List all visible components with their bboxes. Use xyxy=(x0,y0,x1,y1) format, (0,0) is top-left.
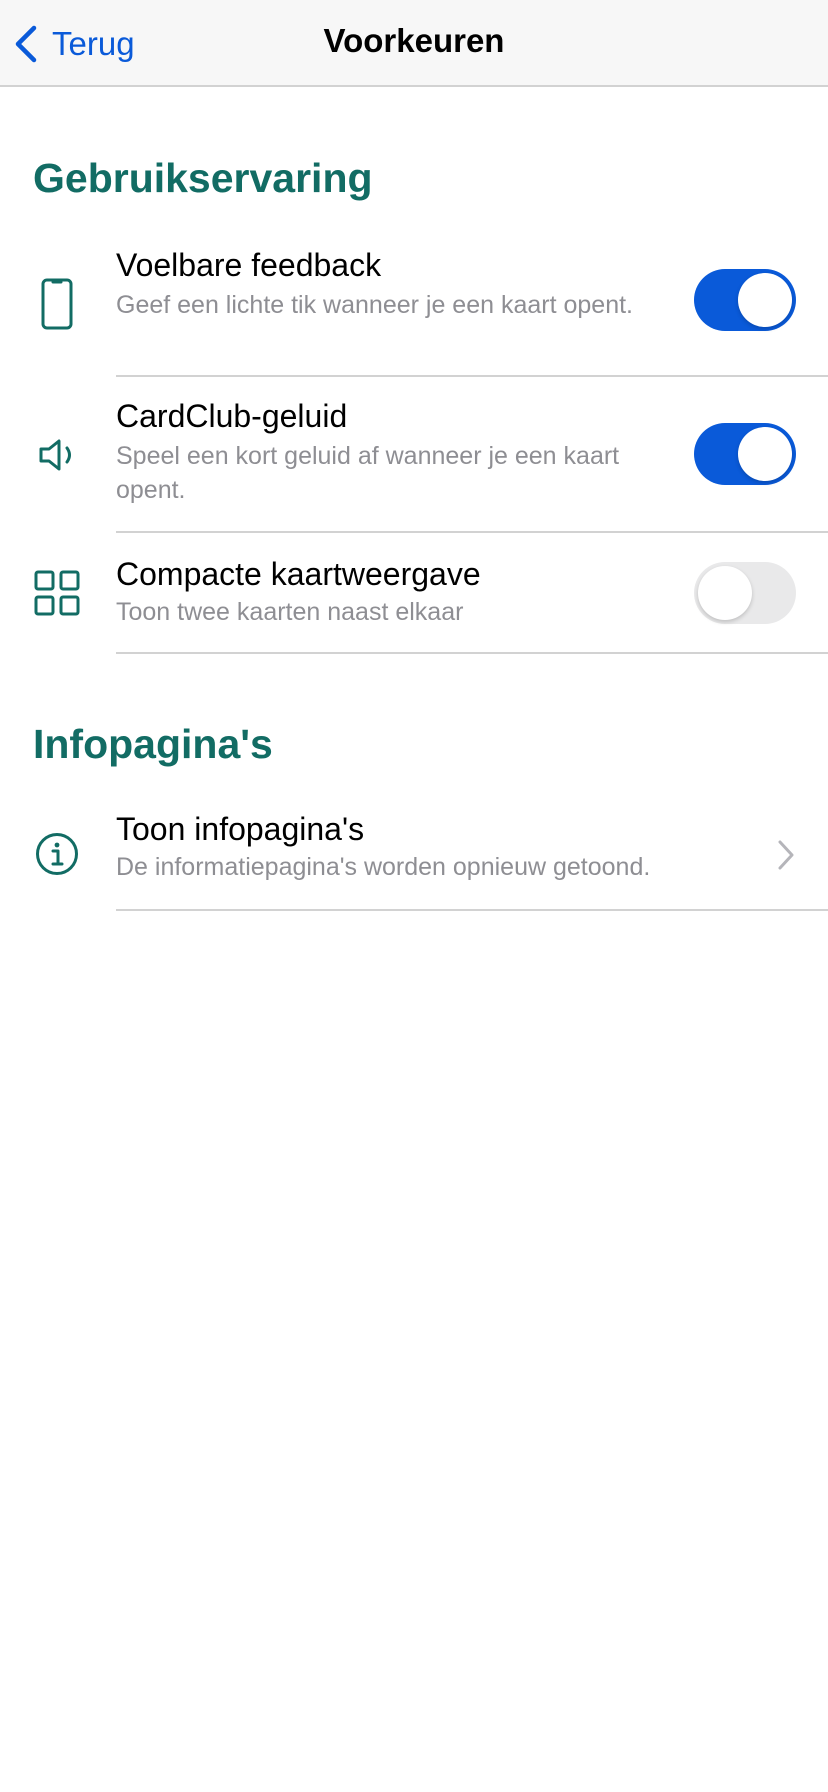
divider xyxy=(116,909,828,911)
setting-text: Compacte kaartweergave Toon twee kaarten… xyxy=(116,555,676,629)
toggle-knob xyxy=(738,427,792,481)
sound-toggle[interactable] xyxy=(694,423,796,485)
speaker-icon xyxy=(33,431,81,479)
chevron-right-icon xyxy=(778,840,794,870)
toggle-knob xyxy=(698,566,752,620)
chevron-left-icon xyxy=(15,25,37,63)
setting-subtitle: Toon twee kaarten naast elkaar xyxy=(116,598,464,626)
back-button-label: Terug xyxy=(52,25,135,62)
setting-subtitle: Speel een kort geluid af wanneer je een … xyxy=(116,442,620,504)
setting-title: Toon infopagina's xyxy=(116,811,365,847)
setting-text: Toon infopagina's De informatiepagina's … xyxy=(116,810,756,884)
setting-row-sound: CardClub-geluid Speel een kort geluid af… xyxy=(0,377,828,532)
setting-subtitle: De informatiepagina's worden opnieuw get… xyxy=(116,853,651,881)
setting-title: Voelbare feedback xyxy=(116,247,382,283)
setting-text: CardClub-geluid Speel een kort geluid af… xyxy=(116,397,676,507)
setting-row-show-info-pages[interactable]: Toon infopagina's De informatiepagina's … xyxy=(0,800,828,910)
setting-subtitle: Geef een lichte tik wanneer je een kaart… xyxy=(116,291,633,319)
setting-text: Voelbare feedback Geef een lichte tik wa… xyxy=(116,246,676,322)
compact-view-toggle[interactable] xyxy=(694,562,796,624)
setting-row-haptic-feedback: Voelbare feedback Geef een lichte tik wa… xyxy=(0,240,828,376)
setting-title: CardClub-geluid xyxy=(116,398,348,434)
info-icon xyxy=(33,830,81,878)
setting-title: Compacte kaartweergave xyxy=(116,556,481,592)
section-header-infopaginas: Infopagina's xyxy=(33,721,273,767)
toggle-knob xyxy=(738,273,792,327)
grid-icon xyxy=(33,569,81,617)
phone-icon xyxy=(33,278,81,330)
back-button[interactable]: Terug xyxy=(14,22,135,66)
setting-row-compact-view: Compacte kaartweergave Toon twee kaarten… xyxy=(0,533,828,653)
haptic-feedback-toggle[interactable] xyxy=(694,269,796,331)
section-header-gebruikservaring: Gebruikservaring xyxy=(33,155,373,201)
divider xyxy=(116,652,828,654)
navigation-bar: Terug Voorkeuren xyxy=(0,0,828,87)
